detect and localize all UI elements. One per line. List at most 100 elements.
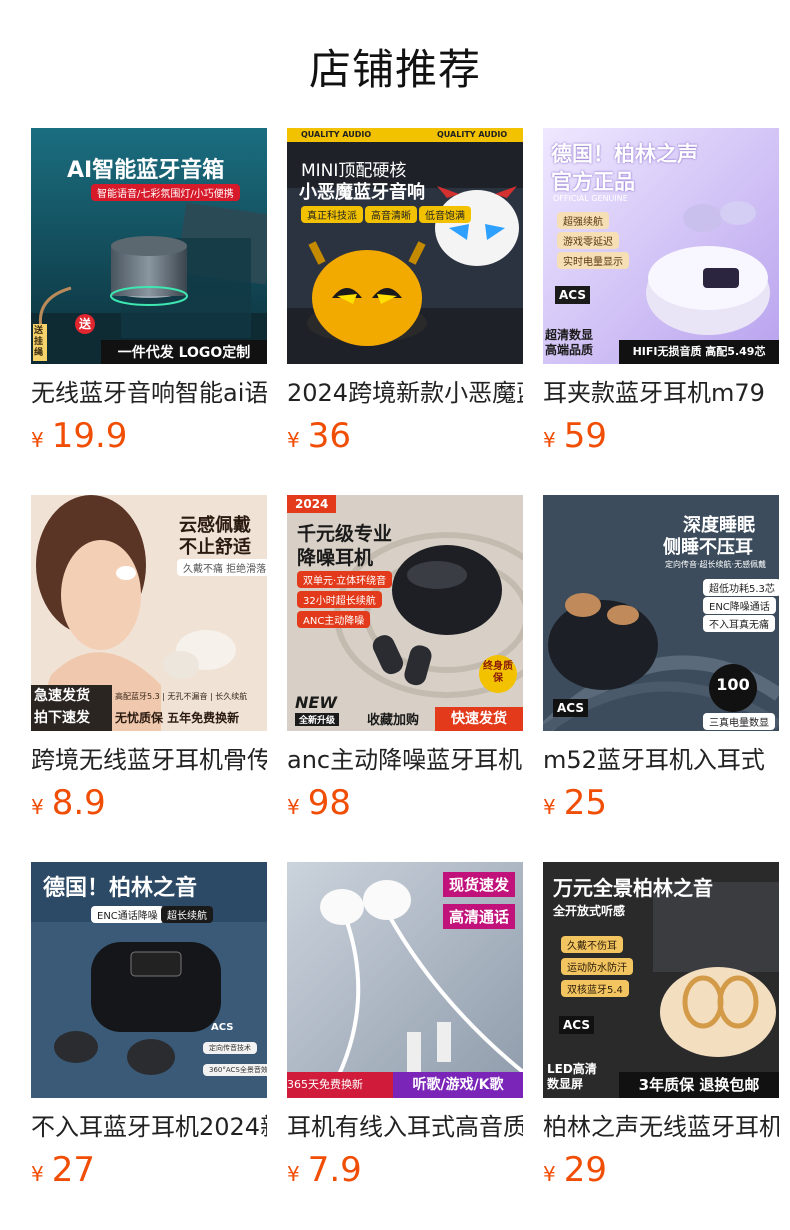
- product-name[interactable]: 不入耳蓝牙耳机2024新款: [31, 1112, 267, 1142]
- image-tag-2: 高清通话: [443, 904, 516, 929]
- product-price: ¥ 7.9: [287, 1150, 523, 1190]
- product-name[interactable]: m52蓝牙耳机入耳式: [543, 745, 779, 775]
- product-name[interactable]: 柏林之声无线蓝牙耳机: [543, 1112, 779, 1142]
- product-name[interactable]: 跨境无线蓝牙耳机骨传导: [31, 745, 267, 775]
- acs-logo: ACS: [211, 1022, 234, 1033]
- image-tag-3: ANC主动降噪: [297, 611, 371, 628]
- currency-symbol: ¥: [543, 428, 556, 452]
- product-image[interactable]: 万元全景柏林之音 全开放式听感 久戴不伤耳 运动防水防汗 双核蓝牙5.4 ACS…: [543, 862, 779, 1098]
- price-value: 29: [563, 1150, 607, 1190]
- currency-symbol: ¥: [31, 795, 44, 819]
- product-card[interactable]: QUALITY AUDIO QUALITY AUDIO MINI顶配硬核 小恶魔…: [287, 128, 523, 456]
- image-bottom-mid: 收藏加购: [367, 713, 420, 728]
- price-value: 36: [307, 416, 351, 456]
- product-image[interactable]: 现货速发 高清通话 365天免费换新 听歌/游戏/K歌: [287, 862, 523, 1098]
- image-tag-1: 超低功耗5.3芯: [703, 579, 779, 596]
- product-card[interactable]: 万元全景柏林之音 全开放式听感 久戴不伤耳 运动防水防汗 双核蓝牙5.4 ACS…: [543, 862, 779, 1190]
- product-name[interactable]: anc主动降噪蓝牙耳机: [287, 745, 523, 775]
- price-value: 8.9: [51, 783, 106, 823]
- image-headline-2: 侧睡不压耳: [663, 537, 753, 558]
- image-tag-2: 高音清晰: [365, 206, 417, 223]
- product-card[interactable]: 云感佩戴 不止舒适 久戴不痛 拒绝滑落 急速发货 拍下速发 高配蓝牙5.3 | …: [31, 495, 267, 823]
- product-price: ¥ 8.9: [31, 783, 267, 823]
- product-price: ¥ 25: [543, 783, 779, 823]
- battery-display: 100: [716, 675, 750, 694]
- image-tag-1: 久戴不伤耳: [561, 936, 623, 953]
- currency-symbol: ¥: [287, 1162, 300, 1186]
- product-price: ¥ 98: [287, 783, 523, 823]
- image-top-left: QUALITY AUDIO: [301, 130, 372, 139]
- product-price: ¥ 27: [31, 1150, 267, 1190]
- currency-symbol: ¥: [543, 1162, 556, 1186]
- product-name[interactable]: 耳夹款蓝牙耳机m79: [543, 378, 779, 408]
- image-tag-2: 游戏零延迟: [557, 232, 619, 249]
- price-value: 19.9: [51, 416, 128, 456]
- image-tag-3: 低音饱满: [419, 206, 471, 223]
- image-bottom-right: 听歌/游戏/K歌: [393, 1072, 523, 1098]
- image-tag-1: 超强续航: [557, 212, 609, 229]
- image-tag-1: 真正科技派: [301, 206, 363, 223]
- image-headline-2: 降噪耳机: [297, 547, 374, 569]
- product-card[interactable]: 深度睡眠 侧睡不压耳 定向传音·超长续航·无感佩戴 超低功耗5.3芯 ENC降噪…: [543, 495, 779, 823]
- wired-earphones-illustration: [287, 862, 523, 1098]
- image-headline-2: 官方正品: [551, 170, 635, 194]
- image-bottom-right: 快速发货: [435, 707, 523, 731]
- image-headline-1: 德国！柏林之声: [551, 142, 698, 166]
- product-card[interactable]: 现货速发 高清通话 365天免费换新 听歌/游戏/K歌 耳机有线入耳式高音质 ¥…: [287, 862, 523, 1190]
- product-name[interactable]: 2024跨境新款小恶魔蓝牙音响: [287, 378, 523, 408]
- image-subtitle: 久戴不痛 拒绝滑落: [177, 559, 267, 576]
- price-value: 27: [51, 1150, 95, 1190]
- year-badge: 2024: [287, 495, 337, 513]
- image-headline-2: 小恶魔蓝牙音响: [299, 182, 425, 203]
- image-headline-1: 千元级专业: [297, 523, 393, 545]
- product-price: ¥ 36: [287, 416, 523, 456]
- image-bottom-right-1: 高配蓝牙5.3 | 无孔不漏音 | 长久续航: [115, 692, 248, 701]
- currency-symbol: ¥: [31, 428, 44, 452]
- image-tag-2: 超长续航: [161, 906, 213, 923]
- product-image[interactable]: 德国！柏林之音 ENC通话降噪 超长续航 定向传音技术 360°ACS全景音效 …: [31, 862, 267, 1098]
- image-bottom-left: 急速发货 拍下速发: [31, 685, 112, 731]
- price-value: 7.9: [307, 1150, 362, 1190]
- image-tag-3: 双核蓝牙5.4: [561, 980, 629, 997]
- price-value: 98: [307, 783, 351, 823]
- new-badge: NEW: [295, 693, 337, 712]
- image-tag-2: 运动防水防汗: [561, 958, 633, 975]
- acs-logo: ACS: [555, 286, 590, 304]
- product-card[interactable]: 2024 千元级专业 降噪耳机 双单元·立体环绕音 32小时超长续航 ANC主动…: [287, 495, 523, 823]
- image-badge-1: 定向传音技术: [203, 1042, 257, 1054]
- currency-symbol: ¥: [31, 1162, 44, 1186]
- image-bottom-right: HIFI无损音质 高配5.49芯: [619, 340, 779, 364]
- product-name[interactable]: 无线蓝牙音响智能ai语音: [31, 378, 267, 408]
- image-tag-1: 双单元·立体环绕音: [297, 571, 393, 588]
- image-tag-2: 32小时超长续航: [297, 591, 382, 608]
- image-subtitle: 全开放式听感: [553, 904, 626, 918]
- product-image[interactable]: 2024 千元级专业 降噪耳机 双单元·立体环绕音 32小时超长续航 ANC主动…: [287, 495, 523, 731]
- image-bottom-left-1: 急速发货: [34, 688, 90, 704]
- image-tag-3: 实时电量显示: [557, 252, 629, 269]
- acs-logo: ACS: [559, 1016, 594, 1034]
- product-image[interactable]: 深度睡眠 侧睡不压耳 定向传音·超长续航·无感佩戴 超低功耗5.3芯 ENC降噪…: [543, 495, 779, 731]
- side-tag: 送挂绳: [33, 324, 47, 361]
- image-subtitle: 定向传音·超长续航·无感佩戴: [665, 560, 767, 569]
- currency-symbol: ¥: [287, 795, 300, 819]
- price-value: 25: [563, 783, 607, 823]
- product-price: ¥ 29: [543, 1150, 779, 1190]
- product-card[interactable]: AI智能蓝牙音箱 智能语音/七彩氛围灯/小巧便携 送 送挂绳 一件代发 LOGO…: [31, 128, 267, 456]
- image-bottom-left: 365天免费换新: [287, 1072, 393, 1098]
- product-image[interactable]: 德国！柏林之声 官方正品 OFFICIAL GENUINE 超强续航 游戏零延迟…: [543, 128, 779, 364]
- product-name[interactable]: 耳机有线入耳式高音质: [287, 1112, 523, 1142]
- image-bottom-right-2: 无忧质保 五年免费换新: [115, 711, 240, 725]
- product-image[interactable]: AI智能蓝牙音箱 智能语音/七彩氛围灯/小巧便携 送 送挂绳 一件代发 LOGO…: [31, 128, 267, 364]
- image-bottom-right: 3年质保 退换包邮: [619, 1072, 779, 1098]
- price-value: 59: [563, 416, 607, 456]
- product-card[interactable]: 德国！柏林之声 官方正品 OFFICIAL GENUINE 超强续航 游戏零延迟…: [543, 128, 779, 456]
- product-price: ¥ 59: [543, 416, 779, 456]
- product-card[interactable]: 德国！柏林之音 ENC通话降噪 超长续航 定向传音技术 360°ACS全景音效 …: [31, 862, 267, 1190]
- image-headline: AI智能蓝牙音箱: [67, 158, 225, 183]
- image-tag-1: 现货速发: [443, 872, 516, 897]
- image-tag-1: ENC通话降噪: [91, 906, 164, 923]
- display-label: 三真电量数显: [703, 713, 775, 730]
- image-bottom-left-2: 拍下速发: [34, 710, 90, 726]
- product-image[interactable]: QUALITY AUDIO QUALITY AUDIO MINI顶配硬核 小恶魔…: [287, 128, 523, 364]
- product-image[interactable]: 云感佩戴 不止舒适 久戴不痛 拒绝滑落 急速发货 拍下速发 高配蓝牙5.3 | …: [31, 495, 267, 731]
